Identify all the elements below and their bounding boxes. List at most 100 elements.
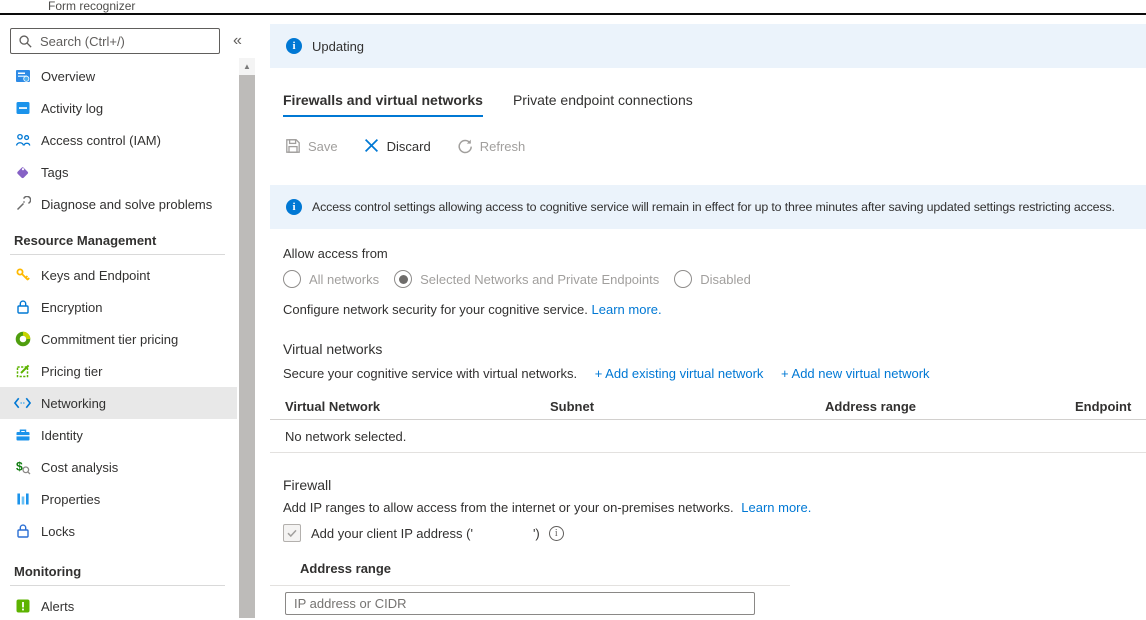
configure-help-line: Configure network security for your cogn… <box>283 302 1146 317</box>
add-existing-vnet-link[interactable]: + Add existing virtual network <box>595 366 764 381</box>
virtual-networks-title: Virtual networks <box>283 341 1146 357</box>
sidebar-search <box>10 28 220 54</box>
column-endpoint: Endpoint <box>1075 399 1146 414</box>
sidebar: « Overview Activity log Access control (… <box>0 15 258 618</box>
radio-selected-networks[interactable]: Selected Networks and Private Endpoints <box>394 270 659 288</box>
radio-label: Disabled <box>700 272 751 287</box>
save-label: Save <box>308 139 338 154</box>
search-icon <box>17 33 34 49</box>
lock-icon <box>14 299 31 315</box>
firewall-learn-more-link[interactable]: Learn more. <box>741 500 811 515</box>
notice-text: Access control settings allowing access … <box>312 200 1115 214</box>
updating-banner: i Updating <box>270 24 1146 68</box>
radio-all-networks[interactable]: All networks <box>283 270 379 288</box>
sidebar-item-access-control-iam[interactable]: Access control (IAM) <box>0 124 237 156</box>
sidebar-section-monitoring: Monitoring <box>0 561 237 583</box>
sidebar-item-pricing-tier[interactable]: Pricing tier <box>0 355 237 387</box>
pricing-tier-icon <box>14 363 31 379</box>
commitment-ring-icon <box>14 331 31 347</box>
networking-icon <box>14 395 31 411</box>
sidebar-item-overview[interactable]: Overview <box>0 60 237 92</box>
client-ip-checkbox[interactable] <box>283 524 301 542</box>
empty-row-text: No network selected. <box>270 429 406 444</box>
sidebar-item-label: Networking <box>41 396 106 411</box>
virtual-networks-subtitle-line: Secure your cognitive service with virtu… <box>283 366 1146 381</box>
collapse-sidebar-button[interactable]: « <box>233 32 242 50</box>
layout: « Overview Activity log Access control (… <box>0 15 1146 618</box>
radio-circle-icon <box>283 270 301 288</box>
refresh-label: Refresh <box>480 139 526 154</box>
sidebar-section-resource-management: Resource Management <box>0 230 237 252</box>
sidebar-item-networking[interactable]: Networking <box>0 387 237 419</box>
discard-x-icon <box>364 138 380 154</box>
add-new-vnet-link[interactable]: + Add new virtual network <box>781 366 930 381</box>
sidebar-item-label: Cost analysis <box>41 460 118 475</box>
cost-analysis-icon: $ <box>14 459 31 475</box>
sidebar-item-label: Diagnose and solve problems <box>41 197 212 212</box>
radio-circle-icon <box>674 270 692 288</box>
refresh-button[interactable]: Refresh <box>457 138 526 154</box>
sidebar-item-label: Activity log <box>41 101 103 116</box>
sidebar-item-label: Locks <box>41 524 75 539</box>
sidebar-item-locks[interactable]: Locks <box>0 515 237 547</box>
save-button[interactable]: Save <box>285 138 338 154</box>
client-ip-label-suffix: ') <box>533 526 540 541</box>
radio-disabled[interactable]: Disabled <box>674 270 751 288</box>
sidebar-item-label: Identity <box>41 428 83 443</box>
client-ip-checkbox-row: Add your client IP address (' ') i <box>283 524 1146 542</box>
allow-access-label: Allow access from <box>283 246 1146 261</box>
learn-more-link[interactable]: Learn more. <box>592 302 662 317</box>
tag-icon <box>14 164 31 180</box>
sidebar-divider <box>10 585 225 586</box>
sidebar-scrollbar[interactable]: ▲ <box>239 58 255 618</box>
sidebar-item-alerts[interactable]: Alerts <box>0 590 237 620</box>
tab-private-endpoint-connections[interactable]: Private endpoint connections <box>513 92 693 117</box>
properties-icon <box>14 491 31 507</box>
key-icon <box>14 267 31 283</box>
table-empty-row: No network selected. <box>270 420 1146 453</box>
sidebar-item-identity[interactable]: Identity <box>0 419 237 451</box>
refresh-icon <box>457 138 473 154</box>
tab-firewalls-and-virtual-networks[interactable]: Firewalls and virtual networks <box>283 92 483 117</box>
configure-help-text: Configure network security for your cogn… <box>283 302 588 317</box>
svg-text:$: $ <box>16 460 23 474</box>
main-content: i Updating Firewalls and virtual network… <box>258 15 1146 618</box>
sidebar-item-label: Keys and Endpoint <box>41 268 150 283</box>
sidebar-item-label: Access control (IAM) <box>41 133 161 148</box>
firewall-table-divider-top <box>270 585 790 586</box>
tab-bar: Firewalls and virtual networks Private e… <box>283 92 1146 117</box>
search-input[interactable] <box>40 34 213 49</box>
sidebar-item-activity-log[interactable]: Activity log <box>0 92 237 124</box>
sidebar-item-commitment-tier-pricing[interactable]: Commitment tier pricing <box>0 323 237 355</box>
scrollbar-thumb[interactable] <box>239 75 255 618</box>
info-icon: i <box>286 199 302 215</box>
sidebar-nav: Overview Activity log Access control (IA… <box>0 60 237 620</box>
sidebar-item-encryption[interactable]: Encryption <box>0 291 237 323</box>
sidebar-item-diagnose[interactable]: Diagnose and solve problems <box>0 188 237 220</box>
sidebar-item-label: Overview <box>41 69 95 84</box>
info-icon: i <box>286 38 302 54</box>
discard-button[interactable]: Discard <box>364 138 431 154</box>
access-control-icon <box>14 132 31 148</box>
discard-label: Discard <box>387 139 431 154</box>
sidebar-item-cost-analysis[interactable]: $ Cost analysis <box>0 451 237 483</box>
sidebar-item-label: Properties <box>41 492 100 507</box>
alert-icon <box>14 598 31 614</box>
scrollbar-up-icon[interactable]: ▲ <box>239 58 255 74</box>
client-ip-info-icon[interactable]: i <box>549 526 564 541</box>
overview-icon <box>14 68 31 84</box>
sidebar-item-label: Tags <box>41 165 68 180</box>
briefcase-icon <box>14 427 31 443</box>
ip-address-input[interactable] <box>285 592 755 615</box>
page-header: Form recognizer <box>0 0 1146 15</box>
sidebar-item-keys-and-endpoint[interactable]: Keys and Endpoint <box>0 259 237 291</box>
address-range-label: Address range <box>300 561 1146 576</box>
virtual-networks-table: Virtual Network Subnet Address range End… <box>270 394 1146 453</box>
table-header-row: Virtual Network Subnet Address range End… <box>270 394 1146 420</box>
sidebar-item-tags[interactable]: Tags <box>0 156 237 188</box>
sidebar-item-properties[interactable]: Properties <box>0 483 237 515</box>
sidebar-divider <box>10 254 225 255</box>
firewall-subtitle-line: Add IP ranges to allow access from the i… <box>283 500 1146 515</box>
lock-icon <box>14 523 31 539</box>
column-virtual-network: Virtual Network <box>270 399 550 414</box>
